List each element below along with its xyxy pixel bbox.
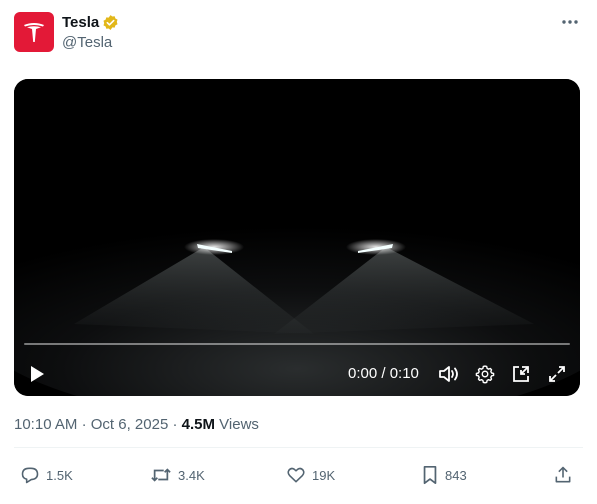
video-time: 0:00 / 0:10 <box>348 365 419 382</box>
divider <box>14 447 583 448</box>
heart-icon <box>287 467 305 483</box>
tweet-meta: 10:10 AM · Oct 6, 2025 · 4.5M Views <box>14 416 259 433</box>
video-controls: 0:00 / 0:10 <box>14 359 580 389</box>
views-label: Views <box>219 416 259 433</box>
meta-separator: · <box>172 416 178 433</box>
picture-in-picture-button[interactable] <box>510 363 532 385</box>
tweet-date[interactable]: Oct 6, 2025 <box>91 416 169 433</box>
video-player[interactable]: 0:00 / 0:10 <box>14 79 580 396</box>
reply-count: 1.5K <box>46 467 73 483</box>
more-options-button[interactable] <box>556 12 584 32</box>
volume-icon <box>439 366 458 382</box>
reply-icon <box>21 467 39 484</box>
video-frame <box>14 79 580 396</box>
author-block: Tesla @Tesla <box>62 12 119 51</box>
views-count: 4.5M <box>181 416 215 433</box>
repost-icon <box>151 468 171 482</box>
share-button[interactable] <box>553 464 573 486</box>
author-handle[interactable]: @Tesla <box>62 34 119 51</box>
verified-badge-icon[interactable] <box>102 14 119 31</box>
reply-button[interactable]: 1.5K <box>20 464 73 486</box>
gear-icon <box>475 365 495 384</box>
repost-button[interactable]: 3.4K <box>150 464 205 486</box>
share-icon <box>555 466 571 483</box>
bookmark-count: 843 <box>445 467 467 483</box>
video-scrubber[interactable] <box>24 343 570 345</box>
fullscreen-button[interactable] <box>546 363 568 385</box>
tweet: Tesla @Tesla 0:00 / 0:10 10:10 AM · Oct … <box>0 0 597 504</box>
volume-button[interactable] <box>438 363 460 385</box>
settings-button[interactable] <box>474 363 496 385</box>
picture-in-picture-icon <box>513 366 529 382</box>
play-button[interactable] <box>26 363 48 385</box>
fullscreen-icon <box>549 366 565 382</box>
play-icon <box>31 366 44 382</box>
bookmark-button[interactable]: 843 <box>421 464 467 486</box>
meta-separator: · <box>81 416 87 433</box>
bookmark-icon <box>423 465 437 485</box>
author-name[interactable]: Tesla <box>62 14 99 31</box>
tweet-time[interactable]: 10:10 AM <box>14 416 77 433</box>
more-options-icon <box>562 20 578 24</box>
avatar[interactable] <box>14 12 54 52</box>
like-button[interactable]: 19K <box>286 464 335 486</box>
repost-count: 3.4K <box>178 467 205 483</box>
tesla-logo-icon <box>24 23 44 42</box>
like-count: 19K <box>312 467 336 483</box>
